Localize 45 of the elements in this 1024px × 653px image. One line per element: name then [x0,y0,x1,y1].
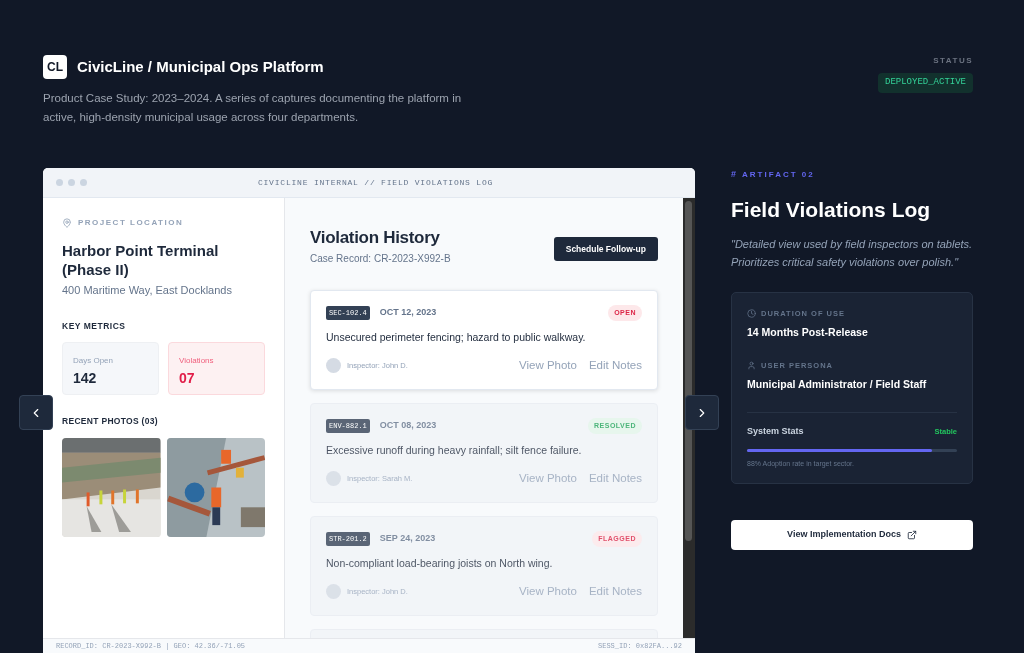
info-value: 14 Months Post-Release [747,325,869,341]
info-value: Municipal Administrator / Field Staff [747,377,928,393]
action-link[interactable]: View Photo [518,469,577,487]
next-button[interactable] [685,395,719,430]
metric-value: 142 [73,369,98,389]
clock-icon [747,309,756,319]
action-link[interactable]: Edit Notes [588,469,642,487]
metric-label: Violations [179,355,215,368]
metric-value: 07 [179,369,196,389]
artifact-quote: "Detailed view used by field inspectors on tablets. Prioritizes critical safety violations over polish." [731,237,973,270]
action-link[interactable]: Edit Notes [588,356,642,374]
avatar [326,357,341,373]
page-description: Product Case Study: 2023–2024. A series of captures documenting the platform in active, high-density municipal usage across four departments. [43,91,463,125]
artifact-title: Field Violations Log [731,196,932,223]
window-title: CIVICLINE INTERNAL // FIELD VIOLATIONS LOG [257,176,495,189]
project-name: Harbor Point Terminal (Phase II) [62,241,220,279]
location-label: PROJECT LOCATION [78,217,184,229]
history-title: Violation History [310,227,441,249]
action-link[interactable]: Edit Notes [588,582,642,600]
stats-label: System Stats [747,425,804,438]
action-link[interactable]: View Photo [518,356,577,374]
external-link-icon [906,530,917,540]
metrics-heading: KEY METRICS [62,319,127,333]
violation-date: OCT 12, 2023 [379,306,437,319]
violation-description: Unsecured perimeter fencing; hazard to public walkway. [326,330,587,345]
metric-label: Days Open [73,355,115,368]
status-badge: DEPLOYED_ACTIVE [878,73,973,93]
schedule-button[interactable]: Schedule Follow-up [553,237,658,261]
previous-button[interactable] [19,395,53,430]
violation-description: Non-compliant load-bearing joists on North wing. [326,556,554,571]
violation-description: Excessive runoff during heavy rainfall; silt fence failure. [326,443,583,458]
user-icon [747,361,756,371]
docs-button[interactable]: View Implementation Docs [731,520,973,550]
project-address: 400 Maritime Way, East Docklands [62,283,233,298]
violation-date: OCT 08, 2023 [379,419,437,432]
violation-date: SEP 24, 2023 [379,532,436,545]
artifact-label: ARTIFACT 02 [742,168,815,181]
photos-heading: RECENT PHOTOS (03) [62,415,159,428]
location-pin-icon [62,218,72,228]
hash-mark: # [731,168,736,181]
case-record: Case Record: CR-2023-X992-B [310,251,451,266]
action-link[interactable]: View Photo [518,582,577,600]
logo: CL [43,55,67,79]
page-title: CivicLine / Municipal Ops Platform [77,56,324,77]
status-label: STATUS [933,55,973,67]
